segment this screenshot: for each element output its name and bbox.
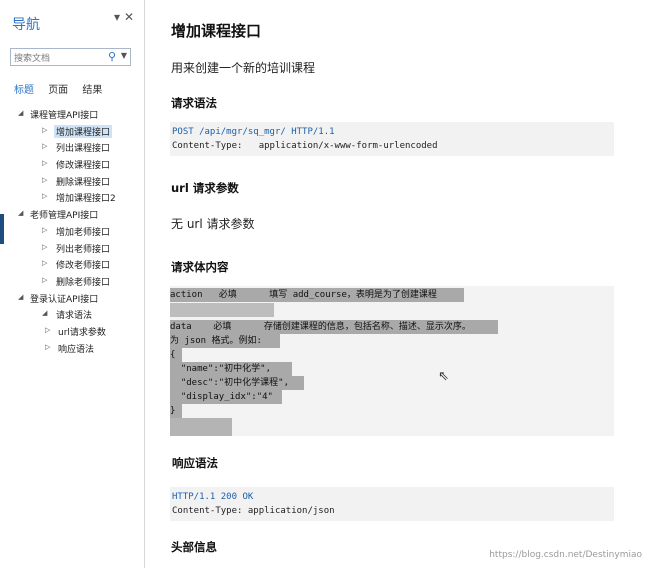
body-line: "display_idx":"4" <box>170 392 273 402</box>
code-line: POST /api/mgr/sq_mgr/ HTTP/1.1 <box>172 127 335 137</box>
tree-item[interactable]: ▷ 列出课程接口 <box>0 139 145 156</box>
body-line: { <box>170 350 176 360</box>
watermark: https://blog.csdn.net/Destinymiao <box>489 550 642 560</box>
code-line: Content-Type: application/json <box>172 506 335 516</box>
chevron-down-icon[interactable]: ▼ <box>121 51 127 60</box>
body-line: data 必填 存储创建课程的信息，包括名称、描述、显示次序。 <box>170 322 471 332</box>
body-line: 为 json 格式。例如: <box>170 336 262 346</box>
search-placeholder: 搜索文档 <box>14 54 51 64</box>
search-icon[interactable]: ⚲ <box>108 50 116 63</box>
header-info-heading: 头部信息 <box>171 540 217 554</box>
collapse-arrow-icon[interactable]: ▷ <box>42 259 47 267</box>
dropdown-icon[interactable]: ▾ <box>114 10 124 24</box>
request-syntax-heading: 请求语法 <box>171 96 217 110</box>
collapse-arrow-icon[interactable]: ▷ <box>42 176 47 184</box>
tree-item-label: 请求语法 <box>56 311 93 322</box>
body-line: "name":"初中化学", <box>170 364 272 374</box>
tree-item-label: 增加课程接口 <box>54 124 113 138</box>
tree-item[interactable]: ▷ 删除课程接口 <box>0 173 145 190</box>
tree-item-label: 列出老师接口 <box>56 244 111 255</box>
tree-item[interactable]: ◢ 登录认证API接口 <box>0 290 145 307</box>
collapse-arrow-icon[interactable]: ▷ <box>45 326 50 334</box>
heading-tree: ◢ 课程管理API接口 ▷ 增加课程接口 ▷ 列出课程接口 ▷ 修改课程接口 ▷ 删除课程接口 ▷ 增… <box>0 106 145 356</box>
selection-highlight <box>170 418 232 436</box>
tree-item[interactable]: ◢ 老师管理API接口 <box>0 206 145 223</box>
tree-item-label: 删除老师接口 <box>56 277 111 288</box>
tree-item[interactable]: ▷ 修改老师接口 <box>0 256 145 273</box>
tree-item[interactable]: ▷ 增加课程接口2 <box>0 189 145 206</box>
tree-item[interactable]: ▷ 增加课程接口 <box>0 123 145 140</box>
description: 用来创建一个新的培训课程 <box>171 61 316 75</box>
navigation-pane: 导航 ▾✕ 搜索文档 ⚲ ▼ 标题 页面 结果 ◢ 课程管理API接口 ▷ 增加课程接… <box>0 0 145 568</box>
nav-title: 导航 <box>12 17 40 33</box>
tree-item[interactable]: ▷ 增加老师接口 <box>0 223 145 240</box>
code-line: HTTP/1.1 200 OK <box>172 492 254 502</box>
response-heading: 响应语法 <box>172 456 218 470</box>
search-input[interactable]: 搜索文档 ⚲ ▼ <box>10 48 131 66</box>
tab-pages[interactable]: 页面 <box>48 81 68 96</box>
tree-item[interactable]: ▷ 修改课程接口 <box>0 156 145 173</box>
url-params-text: 无 url 请求参数 <box>171 217 255 231</box>
body-line: "desc":"初中化学课程", <box>170 378 290 388</box>
collapse-arrow-icon[interactable]: ▷ <box>42 142 47 150</box>
tree-item[interactable]: ▷ url请求参数 <box>0 323 145 340</box>
tree-item-label: url请求参数 <box>58 327 106 338</box>
tree-item-label: 删除课程接口 <box>56 177 111 188</box>
tree-item-label: 列出课程接口 <box>56 144 111 155</box>
collapse-arrow-icon[interactable]: ▷ <box>42 192 47 200</box>
tree-item-label: 增加课程接口2 <box>56 194 116 205</box>
collapse-arrow-icon[interactable]: ▷ <box>42 276 47 284</box>
expand-arrow-icon[interactable]: ◢ <box>18 109 23 117</box>
tree-item-label: 修改老师接口 <box>56 261 111 272</box>
url-params-heading: url 请求参数 <box>171 181 239 195</box>
collapse-arrow-icon[interactable]: ▷ <box>42 243 47 251</box>
collapse-arrow-icon[interactable]: ▷ <box>42 126 47 134</box>
tree-item-label: 修改课程接口 <box>56 161 111 172</box>
code-line: Content-Type: application/x-www-form-url… <box>172 141 438 151</box>
expand-arrow-icon[interactable]: ◢ <box>42 309 47 317</box>
document-area: 增加课程接口 用来创建一个新的培训课程 请求语法 POST /api/mgr/s… <box>146 0 650 568</box>
tab-headings[interactable]: 标题 <box>14 81 34 96</box>
selection-highlight <box>170 303 274 317</box>
tree-item-label: 响应语法 <box>58 344 95 355</box>
collapse-arrow-icon[interactable]: ▷ <box>42 159 47 167</box>
request-code-block: POST /api/mgr/sq_mgr/ HTTP/1.1 Content-T… <box>170 122 614 156</box>
window-edge <box>0 214 4 244</box>
expand-arrow-icon[interactable]: ◢ <box>18 209 23 217</box>
collapse-arrow-icon[interactable]: ▷ <box>45 343 50 351</box>
body-line: action 必填 填写 add_course，表明是为了创建课程 <box>170 290 437 300</box>
close-icon[interactable]: ✕ <box>124 10 138 24</box>
expand-arrow-icon[interactable]: ◢ <box>18 293 23 301</box>
tree-item[interactable]: ◢ 请求语法 <box>0 306 145 323</box>
tree-item[interactable]: ◢ 课程管理API接口 <box>0 106 145 123</box>
request-body-block: action 必填 填写 add_course，表明是为了创建课程 data 必… <box>170 286 614 436</box>
tree-item-label: 增加老师接口 <box>56 227 111 238</box>
response-code-block: HTTP/1.1 200 OK Content-Type: applicatio… <box>170 487 614 521</box>
tree-item-label: 老师管理API接口 <box>30 211 99 222</box>
collapse-arrow-icon[interactable]: ▷ <box>42 226 47 234</box>
tree-item[interactable]: ▷ 响应语法 <box>0 340 145 357</box>
page-title: 增加课程接口 <box>171 22 262 40</box>
tree-item[interactable]: ▷ 列出老师接口 <box>0 240 145 257</box>
nav-pane-controls[interactable]: ▾✕ <box>114 10 138 24</box>
nav-tabs: 标题 页面 结果 <box>14 81 113 96</box>
mouse-cursor-icon: ⇖ <box>438 369 449 384</box>
body-heading: 请求体内容 <box>171 260 229 274</box>
tree-item[interactable]: ▷ 删除老师接口 <box>0 273 145 290</box>
tree-item-label: 登录认证API接口 <box>30 294 99 305</box>
tree-item-label: 课程管理API接口 <box>30 111 99 121</box>
tab-results[interactable]: 结果 <box>82 81 102 96</box>
body-line: } <box>170 406 176 416</box>
